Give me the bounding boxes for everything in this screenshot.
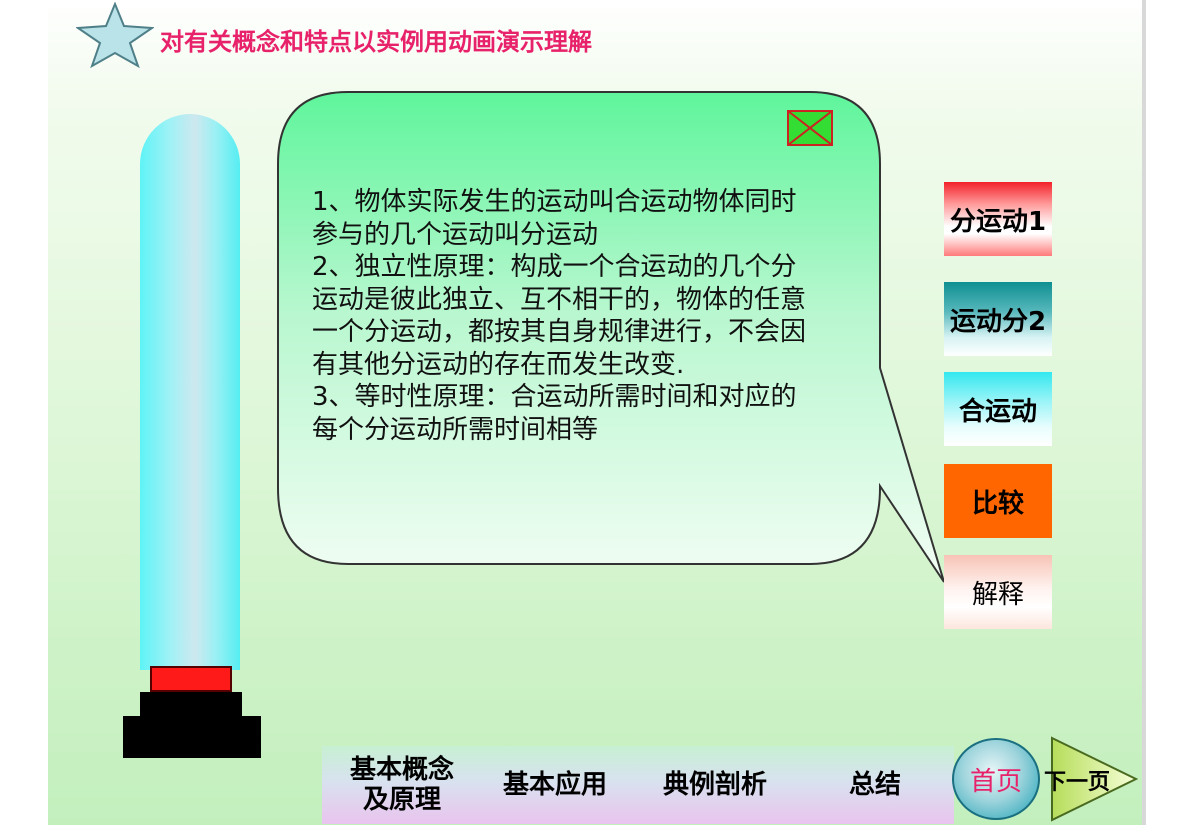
red-stopper xyxy=(150,666,232,692)
component-motion-1-button[interactable]: 分运动1 xyxy=(944,182,1052,256)
nav-typical-examples[interactable]: 典例剖析 xyxy=(640,746,790,824)
home-button[interactable]: 首页 xyxy=(952,738,1040,820)
star-icon xyxy=(76,2,154,68)
resultant-motion-button[interactable]: 合运动 xyxy=(944,372,1052,446)
explanation-line-2: 2、独立性原理：构成一个合运动的几个分 运动是彼此独立、互不相干的，物体的任意 … xyxy=(312,252,807,380)
next-page-button[interactable]: 下一页 xyxy=(1044,764,1114,796)
explain-button[interactable]: 解释 xyxy=(944,555,1052,629)
explanation-text: 1、物体实际发生的运动叫合运动物体同时 参与的几个运动叫分运动 2、独立性原理：… xyxy=(312,186,842,446)
glass-tube xyxy=(140,114,240,670)
explanation-line-1: 1、物体实际发生的运动叫合运动物体同时 参与的几个运动叫分运动 xyxy=(312,187,797,250)
tube-base-bottom xyxy=(123,716,261,758)
page-title: 对有关概念和特点以实例用动画演示理解 xyxy=(160,28,592,56)
nav-summary[interactable]: 总结 xyxy=(810,746,940,824)
nav-basic-applications[interactable]: 基本应用 xyxy=(484,746,626,824)
close-box-icon[interactable] xyxy=(787,110,833,146)
nav-basic-concepts[interactable]: 基本概念 及原理 xyxy=(330,746,474,824)
explanation-line-3: 3、等时性原理：合运动所需时间和对应的 每个分运动所需时间相等 xyxy=(312,382,797,445)
compare-button[interactable]: 比较 xyxy=(944,464,1052,538)
component-motion-2-button[interactable]: 运动分2 xyxy=(944,282,1052,356)
tube-base-top xyxy=(140,692,242,718)
